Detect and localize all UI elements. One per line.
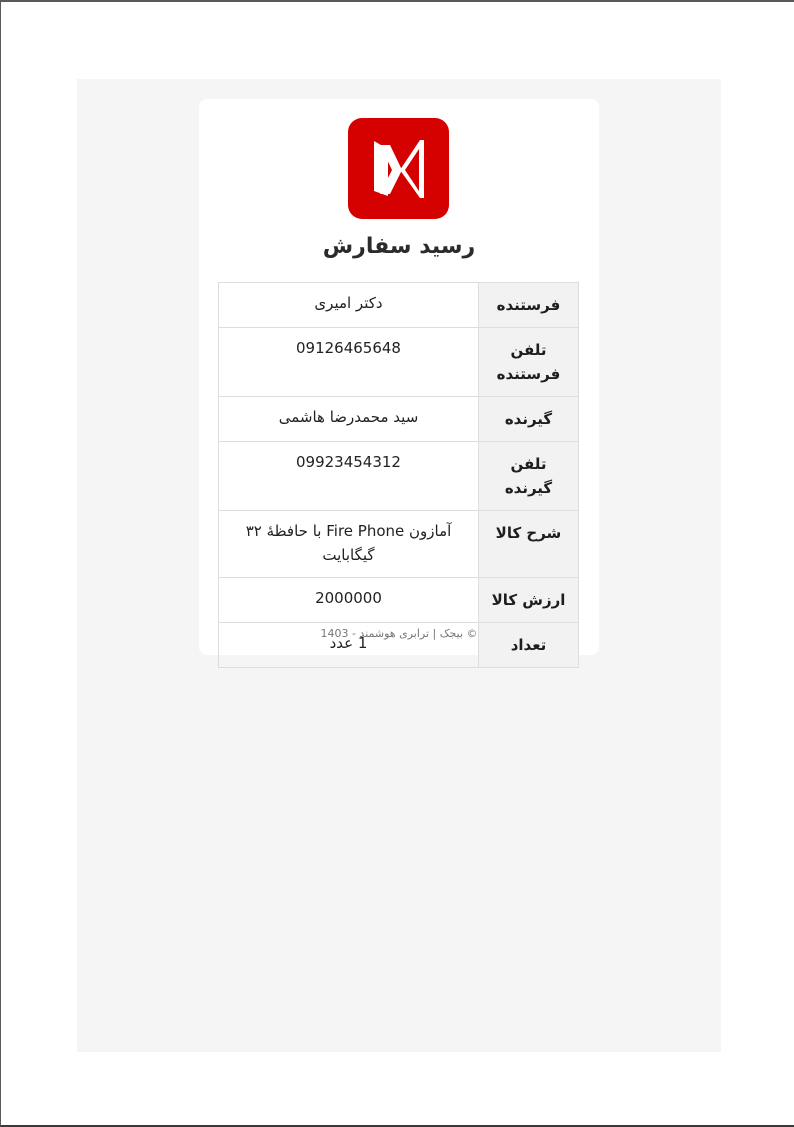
item-description-label: شرح کالا: [478, 510, 579, 578]
sender-label: فرستنده: [478, 282, 579, 328]
table-row: فرستنده دکتر امیری: [218, 282, 579, 328]
item-value-value: 2000000: [218, 577, 479, 623]
receipt-table: فرستنده دکتر امیری تلفن فرستنده 09126465…: [218, 282, 579, 668]
table-row: ارزش کالا 2000000: [218, 577, 579, 623]
receiver-value: سید محمدرضا هاشمی: [218, 396, 479, 442]
sender-phone-value: 09126465648: [218, 327, 479, 397]
table-row: تلفن فرستنده 09126465648: [218, 327, 579, 397]
item-description-value: آمازون Fire Phone با حافظهٔ ۳۲ گیگابایت: [218, 510, 479, 578]
sender-phone-label: تلفن فرستنده: [478, 327, 579, 397]
receiver-phone-label: تلفن گیرنده: [478, 441, 579, 511]
footer-copyright: © بیجک | ترابری هوشمند - 1403: [320, 627, 478, 640]
sender-value: دکتر امیری: [218, 282, 479, 328]
table-row: گیرنده سید محمدرضا هاشمی: [218, 396, 579, 442]
bijak-logo-icon: [348, 118, 449, 219]
item-value-label: ارزش کالا: [478, 577, 579, 623]
table-row: شرح کالا آمازون Fire Phone با حافظهٔ ۳۲ …: [218, 510, 579, 578]
page-title: رسید سفارش: [322, 234, 476, 259]
receipt-card: رسید سفارش فرستنده دکتر امیری تلفن فرستن…: [199, 99, 599, 668]
receiver-phone-value: 09923454312: [218, 441, 479, 511]
receiver-label: گیرنده: [478, 396, 579, 442]
table-row: تلفن گیرنده 09923454312: [218, 441, 579, 511]
